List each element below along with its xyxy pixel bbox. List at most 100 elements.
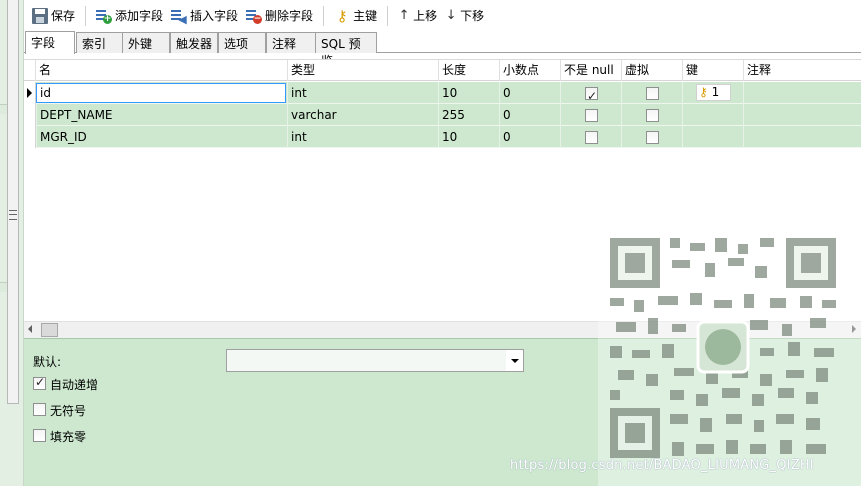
field-virtual-cell[interactable] — [621, 104, 682, 126]
insert-field-button[interactable]: ◀ 插入字段 — [167, 4, 242, 28]
qr-code-icon — [610, 238, 836, 458]
field-virtual-cell[interactable] — [621, 82, 682, 104]
field-comment-cell[interactable] — [743, 104, 861, 126]
default-value-combobox[interactable] — [226, 349, 524, 372]
tab-options[interactable]: 选项 — [218, 32, 266, 53]
move-down-label: 下移 — [460, 9, 485, 23]
table-row[interactable]: id int 10 0 ⚷ 1 — [24, 82, 861, 107]
tab-fields[interactable]: 字段 — [25, 31, 75, 54]
scroll-left-icon[interactable] — [28, 325, 32, 333]
field-type-cell[interactable]: varchar — [287, 104, 438, 126]
grid-header: 名 类型 长度 小数点 不是 null 虚拟 键 注释 — [24, 60, 861, 81]
column-header-type[interactable]: 类型 — [287, 60, 438, 81]
zerofill-checkbox[interactable] — [33, 429, 46, 442]
insert-field-icon: ◀ — [171, 8, 187, 25]
field-type-cell[interactable]: int — [287, 126, 438, 148]
field-length-cell[interactable]: 255 — [438, 104, 499, 126]
delete-field-icon: − — [246, 8, 263, 24]
watermark-url: https://blog.csdn.net/BADAO_LIUMANG_QIZH… — [510, 458, 814, 473]
save-icon — [32, 7, 48, 24]
primary-key-button[interactable]: ⚷ 主键 — [330, 4, 381, 28]
move-up-button[interactable]: ↑ 上移 — [394, 4, 441, 28]
save-label: 保存 — [51, 9, 76, 23]
field-name-cell[interactable]: MGR_ID — [36, 126, 287, 148]
toolbar: 保存 + 添加字段 ◀ 插入字段 − 删除字段 ⚷ 主键 ↑ 上移 ↓ 下移 — [24, 0, 861, 31]
tab-comment[interactable]: 注释 — [266, 32, 316, 53]
field-virtual-cell[interactable] — [621, 126, 682, 148]
key-icon: ⚷ — [336, 6, 348, 25]
primary-key-label: 主键 — [353, 9, 378, 23]
field-name-cell[interactable]: id — [36, 83, 286, 103]
save-button[interactable]: 保存 — [28, 4, 79, 28]
chevron-down-icon[interactable] — [506, 350, 523, 371]
default-label: 默认: — [33, 355, 62, 369]
add-field-label: 添加字段 — [115, 9, 164, 23]
column-header-not-null[interactable]: 不是 null — [560, 60, 621, 81]
field-decimals-cell[interactable]: 0 — [499, 126, 560, 148]
insert-field-label: 插入字段 — [190, 9, 239, 23]
column-header-key[interactable]: 键 — [682, 60, 743, 81]
column-header-virtual[interactable]: 虚拟 — [621, 60, 682, 81]
unsigned-checkbox[interactable] — [33, 403, 46, 416]
delete-field-button[interactable]: − 删除字段 — [242, 4, 317, 28]
move-up-label: 上移 — [413, 9, 438, 23]
column-header-comment[interactable]: 注释 — [743, 60, 861, 81]
not-null-checkbox[interactable] — [585, 109, 598, 122]
field-not-null-cell[interactable] — [560, 104, 621, 126]
virtual-checkbox[interactable] — [646, 87, 659, 100]
field-key-cell[interactable] — [682, 126, 743, 148]
table-row[interactable]: MGR_ID int 10 0 — [24, 126, 861, 148]
virtual-checkbox[interactable] — [646, 131, 659, 144]
field-key-cell[interactable] — [682, 104, 743, 126]
delete-field-label: 删除字段 — [265, 9, 314, 23]
splitter-grip[interactable] — [7, 0, 19, 404]
arrow-up-icon: ↑ — [398, 7, 410, 23]
tab-sql-preview[interactable]: SQL 预览 — [315, 32, 377, 68]
zerofill-label[interactable]: 填充零 — [50, 428, 86, 445]
add-field-icon: + — [96, 8, 113, 24]
table-row[interactable]: DEPT_NAME varchar 255 0 — [24, 104, 861, 126]
arrow-down-icon: ↓ — [445, 7, 457, 23]
field-name-cell[interactable]: DEPT_NAME — [36, 104, 287, 126]
key-badge: ⚷ 1 — [696, 84, 731, 101]
current-row-arrow-icon — [27, 88, 32, 98]
column-header-decimals[interactable]: 小数点 — [499, 60, 560, 81]
key-order: 1 — [711, 85, 720, 99]
row-indicator — [24, 82, 36, 104]
field-type-cell[interactable]: int — [287, 82, 438, 104]
unsigned-label[interactable]: 无符号 — [50, 402, 86, 419]
toolbar-separator — [85, 5, 87, 26]
left-splitter[interactable] — [0, 0, 24, 486]
splitter-stub — [0, 104, 7, 114]
toolbar-separator — [323, 5, 325, 26]
column-header-length[interactable]: 长度 — [438, 60, 499, 81]
column-header-name[interactable]: 名 — [35, 60, 287, 81]
tab-foreign-keys[interactable]: 外键 — [122, 32, 170, 53]
field-comment-cell[interactable] — [743, 82, 861, 104]
field-key-cell[interactable]: ⚷ 1 — [682, 82, 743, 104]
tab-indexes[interactable]: 索引 — [76, 32, 123, 53]
not-null-checkbox[interactable] — [585, 85, 598, 107]
add-field-button[interactable]: + 添加字段 — [92, 4, 167, 28]
auto-increment-checkbox[interactable] — [33, 375, 46, 390]
qr-code-watermark — [598, 228, 861, 486]
field-not-null-cell[interactable] — [560, 126, 621, 148]
move-down-button[interactable]: ↓ 下移 — [441, 4, 488, 28]
field-not-null-cell[interactable] — [560, 82, 621, 107]
row-indicator — [24, 126, 36, 148]
field-length-cell[interactable]: 10 — [438, 82, 499, 104]
field-length-cell[interactable]: 10 — [438, 126, 499, 148]
scrollbar-thumb[interactable] — [41, 323, 58, 337]
field-decimals-cell[interactable]: 0 — [499, 104, 560, 126]
tab-bar: 字段 索引 外键 触发器 选项 注释 SQL 预览 — [24, 31, 861, 68]
toolbar-separator — [387, 5, 389, 26]
virtual-checkbox[interactable] — [646, 109, 659, 122]
field-decimals-cell[interactable]: 0 — [499, 82, 560, 104]
field-comment-cell[interactable] — [743, 126, 861, 148]
row-indicator — [24, 104, 36, 126]
not-null-checkbox[interactable] — [585, 131, 598, 144]
auto-increment-label[interactable]: 自动递增 — [50, 376, 98, 393]
key-icon: ⚷ — [699, 85, 708, 99]
splitter-stub — [0, 282, 7, 292]
tab-triggers[interactable]: 触发器 — [170, 32, 218, 53]
